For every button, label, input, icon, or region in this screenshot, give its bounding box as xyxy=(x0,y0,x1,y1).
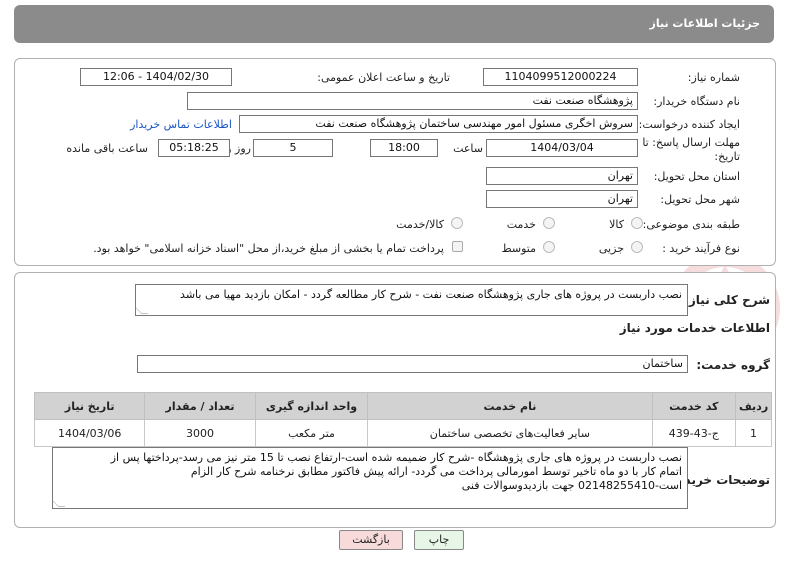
need-number-label: شماره نیاز: xyxy=(687,71,740,84)
services-section-title: اطلاعات خدمات مورد نیاز xyxy=(619,321,770,335)
resize-handle-icon[interactable] xyxy=(134,307,149,314)
col-index: ردیف xyxy=(735,392,772,420)
category-label: طبقه بندی موضوعی: xyxy=(642,218,740,231)
buyer-contact-link[interactable]: اطلاعات تماس خریدار xyxy=(130,118,232,131)
need-description-textarea[interactable]: نصب داربست در پروژه های جاری پژوهشگاه صن… xyxy=(134,284,688,316)
page-header: جزئیات اطلاعات نیاز xyxy=(14,5,774,43)
need-description-text: نصب داربست در پروژه های جاری پژوهشگاه صن… xyxy=(180,288,682,301)
treasury-payment-checkbox[interactable] xyxy=(452,241,463,252)
process-type-label: نوع فرآیند خرید : xyxy=(662,242,740,255)
buyer-org-label: نام دستگاه خریدار: xyxy=(653,95,740,108)
category-option-goods-service: کالا/خدمت xyxy=(396,218,444,231)
category-option-goods: کالا xyxy=(609,218,624,231)
col-unit: واحد اندازه گیری xyxy=(254,392,369,420)
days-remaining-field[interactable]: 5 xyxy=(253,139,333,157)
announce-date-label: تاریخ و ساعت اعلان عمومی: xyxy=(317,71,450,84)
buyer-notes-textarea[interactable]: نصب داربست در پروژه های جاری پژوهشگاه -ش… xyxy=(51,447,688,509)
deadline-time-field[interactable]: 18:00 xyxy=(370,139,438,157)
row-service-code: ج-43-439 xyxy=(651,419,737,447)
col-service-code: کد خدمت xyxy=(651,392,737,420)
row-unit: متر مکعب xyxy=(254,419,369,447)
deadline-time-label: ساعت xyxy=(453,142,483,155)
deadline-date-field[interactable]: 1404/03/04 xyxy=(486,139,638,157)
service-group-field[interactable]: ساختمان xyxy=(137,355,688,373)
need-description-label: شرح کلی نیاز: xyxy=(684,293,770,307)
services-table-header: ردیف کد خدمت نام خدمت واحد اندازه گیری ت… xyxy=(33,392,772,420)
process-radio-minor[interactable] xyxy=(631,241,643,253)
requester-field[interactable]: سروش اخگری مسئول امور مهندسی ساختمان پژو… xyxy=(239,115,638,133)
city-field[interactable]: تهران xyxy=(486,190,638,208)
process-option-medium: متوسط xyxy=(501,242,536,255)
requester-label: ایجاد کننده درخواست: xyxy=(638,118,740,131)
need-info-panel xyxy=(14,58,776,266)
resize-handle-icon[interactable] xyxy=(51,500,66,507)
process-radio-medium[interactable] xyxy=(543,241,555,253)
row-need-date: 1404/03/06 xyxy=(33,419,146,447)
province-label: استان محل تحویل: xyxy=(653,170,740,183)
row-quantity: 3000 xyxy=(144,419,256,447)
print-button[interactable]: چاپ xyxy=(414,530,464,550)
need-number-field[interactable]: 1104099512000224 xyxy=(483,68,638,86)
city-label: شهر محل تحویل: xyxy=(660,193,740,206)
col-need-date: تاریخ نیاز xyxy=(33,392,146,420)
service-group-label: گروه خدمت: xyxy=(696,358,770,372)
category-radio-service[interactable] xyxy=(543,217,555,229)
category-radio-goods-service[interactable] xyxy=(451,217,463,229)
deadline-date-label: تاریخ: xyxy=(714,150,740,163)
buyer-notes-line: اتمام کار با دو ماه تاخیر توسط امورمالی … xyxy=(190,465,682,478)
col-quantity: تعداد / مقدار xyxy=(144,392,256,420)
row-index: 1 xyxy=(735,419,772,447)
announce-date-field[interactable]: 1404/02/30 - 12:06 xyxy=(80,68,232,86)
services-table: ردیف کد خدمت نام خدمت واحد اندازه گیری ت… xyxy=(33,392,772,447)
row-service-name: سایر فعالیت‌های تخصصی ساختمان xyxy=(367,419,653,447)
buyer-org-field[interactable]: پژوهشگاه صنعت نفت xyxy=(187,92,638,110)
category-option-service: خدمت xyxy=(506,218,536,231)
buyer-notes-line: نصب داربست در پروژه های جاری پژوهشگاه -ش… xyxy=(110,451,682,464)
province-field[interactable]: تهران xyxy=(486,167,638,185)
remaining-time-field[interactable]: 05:18:25 xyxy=(158,139,230,157)
category-radio-goods[interactable] xyxy=(631,217,643,229)
page-title: جزئیات اطلاعات نیاز xyxy=(649,17,761,30)
deadline-label: مهلت ارسال پاسخ: تا xyxy=(642,136,740,149)
buyer-notes-line: است-02148255410 جهت بازدیدوسوالات فنی xyxy=(461,479,682,492)
back-button[interactable]: بازگشت xyxy=(339,530,403,550)
col-service-name: نام خدمت xyxy=(367,392,653,420)
table-row[interactable]: 1 ج-43-439 سایر فعالیت‌های تخصصی ساختمان… xyxy=(33,419,772,447)
remaining-time-label: ساعت باقی مانده xyxy=(66,142,148,155)
treasury-payment-note: پرداخت تمام یا بخشی از مبلغ خرید،از محل … xyxy=(93,242,444,255)
process-option-minor: جزیی xyxy=(598,242,624,255)
